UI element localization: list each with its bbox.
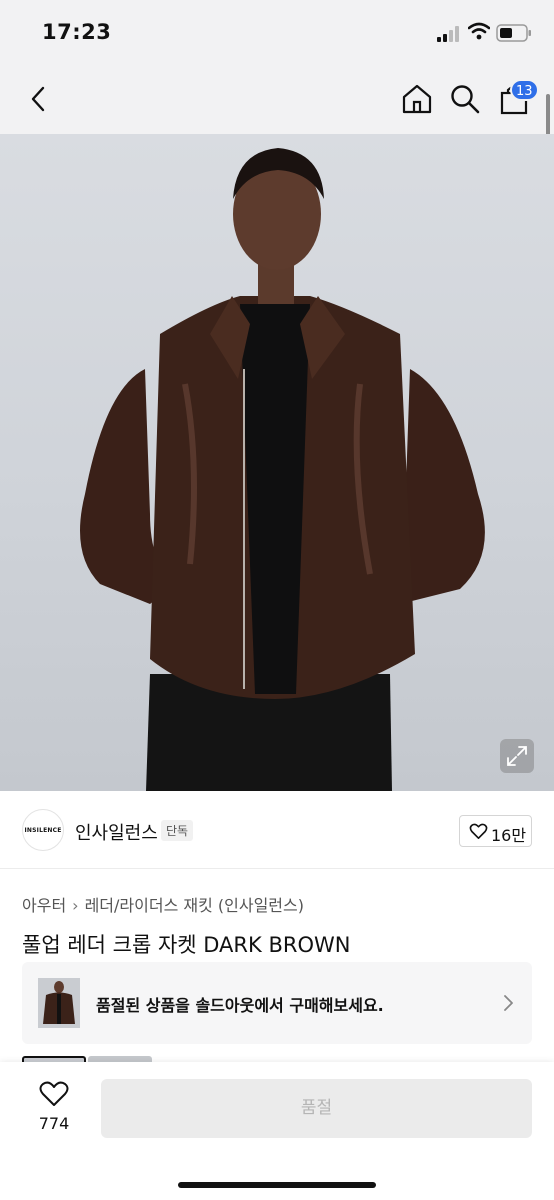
exclusive-tag: 단독 bbox=[161, 820, 194, 841]
wishlist-count: 774 bbox=[38, 1114, 70, 1133]
home-icon[interactable] bbox=[400, 82, 434, 116]
model-photo bbox=[80, 148, 485, 791]
soldout-product-thumbnail bbox=[38, 978, 80, 1028]
brand-name[interactable]: 인사일런스 bbox=[75, 819, 158, 845]
product-image[interactable] bbox=[0, 134, 554, 791]
fullscreen-expand-icon[interactable] bbox=[500, 739, 534, 773]
search-icon[interactable] bbox=[449, 83, 481, 115]
brand-like-button[interactable]: 16만 bbox=[459, 815, 532, 847]
top-nav-bar: 13 bbox=[0, 66, 554, 134]
wishlist-button[interactable]: 774 bbox=[34, 1080, 74, 1133]
breadcrumb-category[interactable]: 아우터 bbox=[22, 896, 66, 915]
home-indicator bbox=[178, 1182, 376, 1188]
status-time: 17:23 bbox=[42, 20, 112, 44]
heart-icon bbox=[39, 1081, 69, 1106]
soldout-banner[interactable]: 품절된 상품을 솔드아웃에서 구매해보세요. bbox=[22, 962, 532, 1044]
brand-logo[interactable]: INSILENCE bbox=[22, 809, 64, 851]
breadcrumb-subcategory[interactable]: 레더/라이더스 재킷 (인사일런스) bbox=[85, 896, 304, 915]
chevron-right-icon bbox=[504, 995, 513, 1011]
chevron-right-icon: › bbox=[72, 896, 79, 915]
heart-icon bbox=[469, 823, 488, 839]
status-bar: 17:23 bbox=[0, 0, 554, 66]
soldout-purchase-button[interactable]: 품절 bbox=[101, 1079, 532, 1138]
cart-count-badge: 13 bbox=[510, 79, 539, 101]
wifi-icon bbox=[468, 22, 490, 40]
bottom-action-bar: 774 품절 bbox=[0, 1062, 554, 1200]
soldout-banner-text: 품절된 상품을 솔드아웃에서 구매해보세요. bbox=[96, 996, 384, 1015]
brand-like-count: 16만 bbox=[491, 826, 527, 845]
product-title: 풀업 레더 크롭 자켓 DARK BROWN bbox=[22, 933, 351, 957]
battery-icon bbox=[496, 24, 531, 42]
brand-row: INSILENCE 인사일런스 단독 16만 bbox=[0, 791, 554, 869]
cellular-signal-icon bbox=[437, 26, 463, 42]
back-arrow-icon[interactable] bbox=[24, 84, 54, 114]
breadcrumb: 아우터 › 레더/라이더스 재킷 (인사일런스) bbox=[22, 892, 304, 916]
